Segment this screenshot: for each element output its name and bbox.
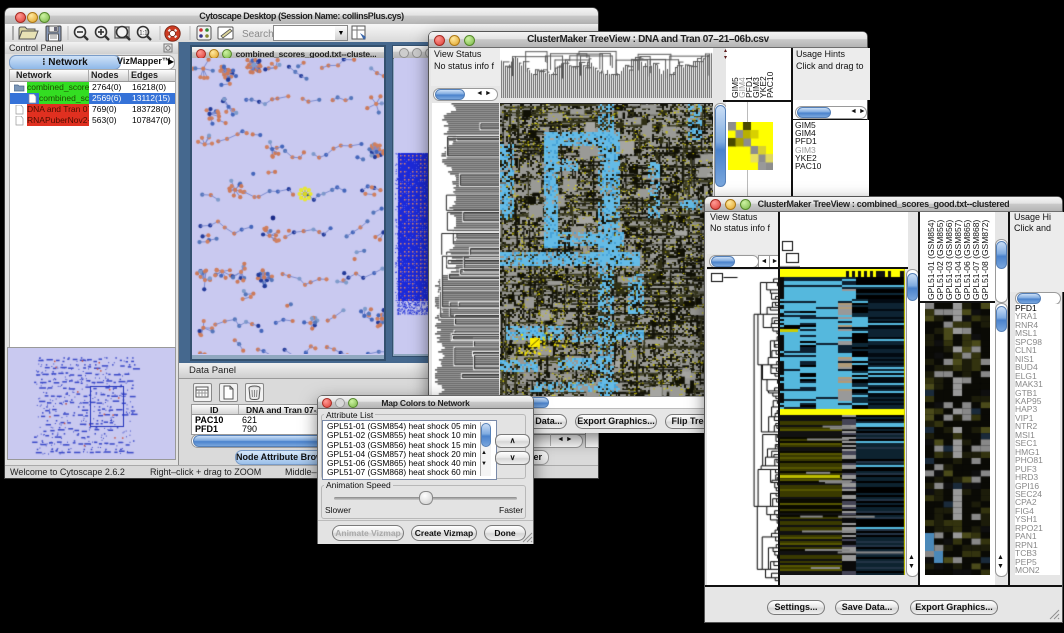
svg-text:1:1: 1:1: [139, 31, 148, 37]
svg-text:Search:: Search:: [242, 29, 276, 40]
